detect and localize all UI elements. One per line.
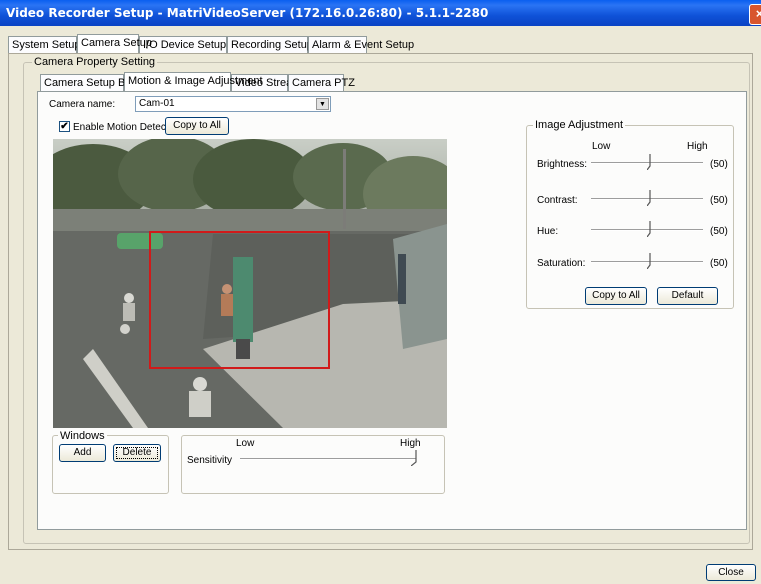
tab-recording-setup[interactable]: Recording Setup: [227, 36, 313, 53]
windows-legend: Windows: [58, 430, 107, 442]
hue-slider-thumb[interactable]: [647, 221, 653, 237]
camera-property-legend: Camera Property Setting: [32, 56, 158, 68]
add-window-button[interactable]: Add: [59, 444, 106, 462]
camera-name-value: Cam-01: [139, 98, 175, 109]
brightness-slider-thumb[interactable]: [647, 154, 653, 170]
title-bar: Video Recorder Setup - MatriVideoServer …: [0, 0, 761, 26]
window-close-icon[interactable]: ×: [749, 4, 761, 25]
hue-label: Hue:: [537, 226, 559, 237]
tab-motion-image-adjustment[interactable]: Motion & Image Adjustment: [124, 72, 263, 91]
default-button[interactable]: Default: [657, 287, 718, 305]
tab-camera-ptz[interactable]: Camera PTZ: [288, 74, 355, 91]
tab-alarm-event-setup[interactable]: Alarm & Event Setup: [308, 36, 414, 53]
image-copy-to-all-button[interactable]: Copy to All: [585, 287, 647, 305]
motion-copy-to-all-button[interactable]: Copy to All: [165, 117, 229, 135]
contrast-value: (50): [710, 195, 728, 206]
sensitivity-slider-thumb[interactable]: [411, 450, 417, 466]
sensitivity-high-label: High: [400, 438, 421, 449]
saturation-value: (50): [710, 258, 728, 269]
sensitivity-low-label: Low: [236, 438, 255, 449]
motion-detection-window[interactable]: [149, 231, 330, 369]
window-title: Video Recorder Setup - MatriVideoServer …: [6, 6, 489, 20]
contrast-slider-thumb[interactable]: [647, 190, 653, 206]
tab-camera-setup-basic[interactable]: Camera Setup Basic: [40, 74, 145, 91]
camera-video-preview[interactable]: [53, 139, 447, 428]
camera-name-select[interactable]: Cam-01 ▼: [135, 96, 331, 112]
brightness-label: Brightness:: [537, 159, 588, 170]
tab-camera-setup[interactable]: Camera Setup: [77, 34, 152, 53]
close-button[interactable]: Close: [706, 564, 756, 581]
chevron-down-icon[interactable]: ▼: [316, 98, 329, 110]
sensitivity-slider-track[interactable]: [240, 458, 416, 460]
camera-name-label: Camera name:: [49, 99, 116, 110]
image-adjustment-legend: Image Adjustment: [533, 119, 626, 131]
contrast-label: Contrast:: [537, 195, 578, 206]
image-adjustment-group: [526, 125, 734, 309]
hue-value: (50): [710, 226, 728, 237]
enable-motion-checkbox[interactable]: ✔: [59, 121, 70, 132]
saturation-label: Saturation:: [537, 258, 586, 269]
brightness-value: (50): [710, 159, 728, 170]
tab-system-setup[interactable]: System Setup: [8, 36, 80, 53]
sensitivity-label: Sensitivity: [187, 455, 233, 466]
image-high-label: High: [687, 141, 708, 152]
delete-window-button[interactable]: Delete: [113, 444, 161, 462]
image-low-label: Low: [592, 141, 611, 152]
saturation-slider-thumb[interactable]: [647, 253, 653, 269]
tab-io-device-setup[interactable]: I/O Device Setup: [139, 36, 227, 53]
